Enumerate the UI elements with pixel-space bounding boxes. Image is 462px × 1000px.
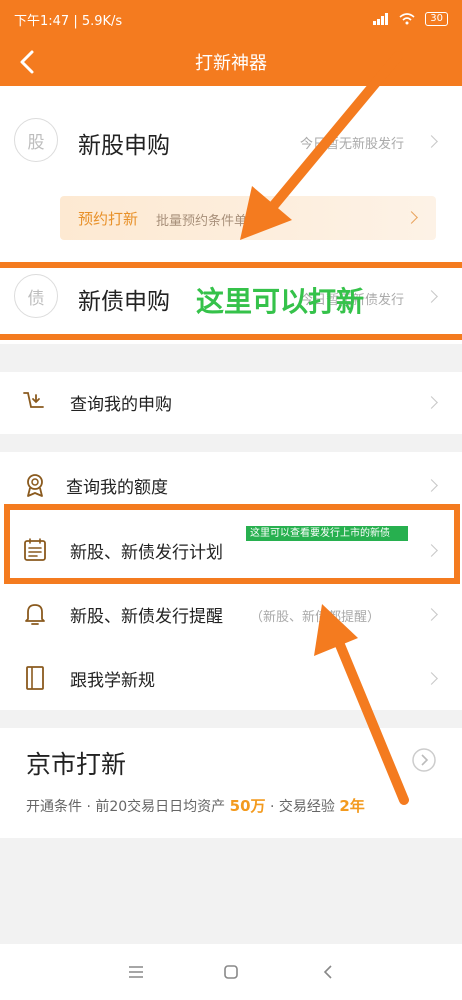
annotation-arrow-up [314,604,409,805]
home-icon[interactable] [201,944,261,1000]
menu-icon[interactable] [106,944,166,1000]
back-nav-icon[interactable] [298,944,358,1000]
system-nav-bar [0,944,462,1000]
